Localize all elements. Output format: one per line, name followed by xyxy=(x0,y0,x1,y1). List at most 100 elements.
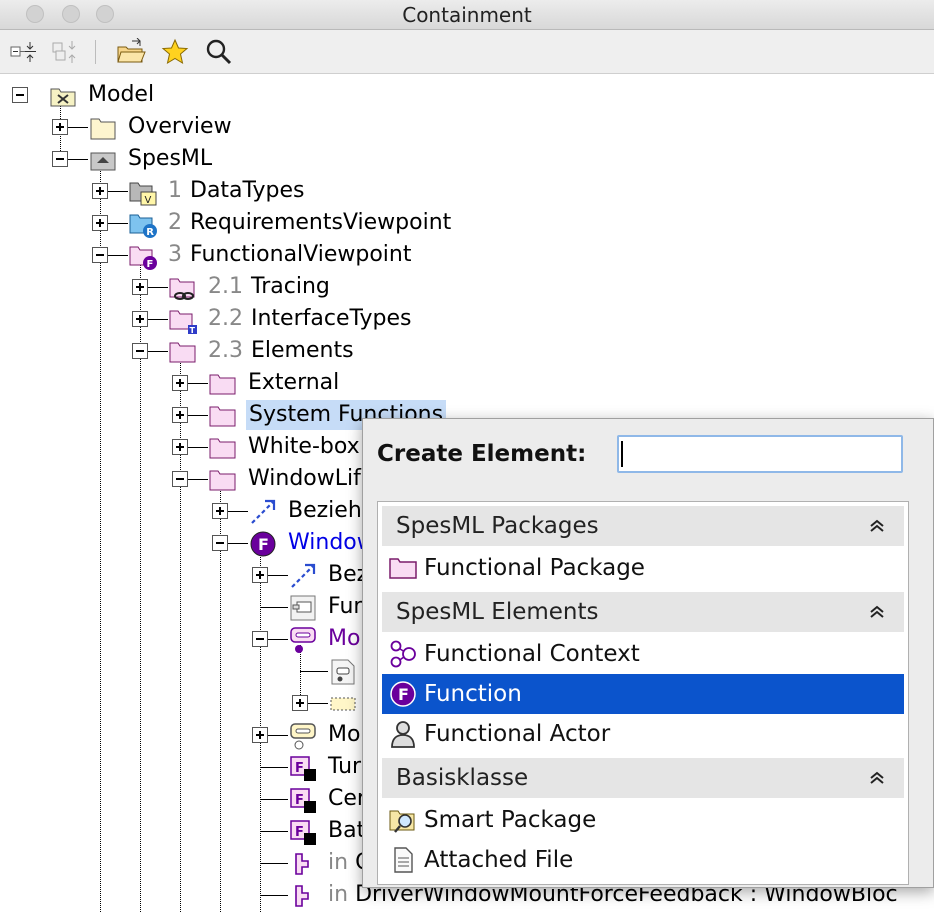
create-element-search-input[interactable] xyxy=(617,435,903,473)
tree-row-external[interactable]: External xyxy=(0,367,934,399)
tree-connector xyxy=(148,351,168,352)
tree-label: Bat xyxy=(328,818,366,843)
tree-connector xyxy=(268,575,288,576)
list-item-functional-context[interactable]: Functional Context xyxy=(382,634,904,674)
model-package-icon xyxy=(50,88,76,107)
tree-label: 2.3 Elements xyxy=(208,336,354,366)
smart-package-icon xyxy=(389,810,415,833)
tree-connector xyxy=(188,447,208,448)
tree-connector xyxy=(68,127,88,128)
expand-toggle[interactable] xyxy=(172,375,188,391)
window-title: Containment xyxy=(402,3,532,27)
svg-text:F: F xyxy=(258,535,269,554)
svg-text:R: R xyxy=(146,227,154,238)
list-item-label: Attached File xyxy=(424,847,574,873)
tree-connector xyxy=(268,735,288,736)
tree-row-spesml[interactable]: SpesML xyxy=(0,143,934,175)
element-type-list: SpesML Packages Functional Package SpesM… xyxy=(377,501,909,885)
tree-connector xyxy=(188,415,208,416)
tree-label: 2.1 Tracing xyxy=(208,272,330,302)
tree-connector xyxy=(148,319,168,320)
activity-icon xyxy=(290,723,316,750)
favorites-star-icon xyxy=(161,38,189,65)
expand-toggle[interactable] xyxy=(252,567,268,583)
tree-row-datatypes[interactable]: V 1 DataTypes xyxy=(0,175,934,207)
list-item-function[interactable]: F Function xyxy=(382,674,904,714)
collapse-group-icon[interactable] xyxy=(866,767,888,789)
expand-toggle[interactable] xyxy=(132,311,148,327)
collapse-all-icon xyxy=(10,42,36,62)
tree-label: Mo xyxy=(328,722,361,747)
tree-row-functional[interactable]: F 3 FunctionalViewpoint xyxy=(0,239,934,271)
tree-text: InterfaceTypes xyxy=(251,306,412,331)
expand-toggle[interactable] xyxy=(92,215,108,231)
tree-text: RequirementsViewpoint xyxy=(190,210,452,235)
tree-label: Mo xyxy=(328,626,361,651)
pink-folder-icon xyxy=(209,470,236,491)
collapse-toggle[interactable] xyxy=(52,151,68,167)
search-icon xyxy=(206,39,232,65)
tree-row-overview[interactable]: Overview xyxy=(0,111,934,143)
expand-toggle[interactable] xyxy=(172,439,188,455)
port-icon xyxy=(295,853,309,875)
search-button[interactable] xyxy=(204,38,234,66)
expand-toggle[interactable] xyxy=(172,407,188,423)
expand-toggle[interactable] xyxy=(292,695,308,711)
requirements-folder-icon: R xyxy=(129,214,157,238)
favorites-button[interactable] xyxy=(160,38,190,66)
list-item-attached-file[interactable]: Attached File xyxy=(382,840,904,880)
tree-row-elements[interactable]: 2.3 Elements xyxy=(0,335,934,367)
tree-number: 2.3 xyxy=(208,338,243,363)
list-item-label: Functional Context xyxy=(424,641,640,667)
collapse-toggle[interactable] xyxy=(212,535,228,551)
tree-connector xyxy=(108,191,128,192)
expand-toggle[interactable] xyxy=(132,279,148,295)
actor-person-icon xyxy=(391,721,415,748)
tree-row-requirements[interactable]: R 2 RequirementsViewpoint xyxy=(0,207,934,239)
expand-all-button[interactable] xyxy=(50,38,80,66)
expand-toggle[interactable] xyxy=(92,183,108,199)
list-item-smart-package[interactable]: Smart Package xyxy=(382,800,904,840)
expand-toggle[interactable] xyxy=(212,503,228,519)
port-icon xyxy=(295,885,309,907)
group-header-spesml-elements[interactable]: SpesML Elements xyxy=(382,592,904,632)
collapse-toggle[interactable] xyxy=(92,247,108,263)
collapse-group-icon[interactable] xyxy=(866,601,888,623)
collapse-all-button[interactable] xyxy=(8,38,38,66)
expand-toggle[interactable] xyxy=(252,727,268,743)
tree-row-tracing[interactable]: 2.1 Tracing xyxy=(0,271,934,303)
tree-connector xyxy=(260,767,288,768)
tree-connector xyxy=(260,831,288,832)
open-folder-button[interactable] xyxy=(116,38,146,66)
group-header-spesml-packages[interactable]: SpesML Packages xyxy=(382,506,904,546)
tree-connector xyxy=(108,223,128,224)
tree-row-model[interactable]: Model xyxy=(0,79,934,111)
group-header-basisklasse[interactable]: Basisklasse xyxy=(382,758,904,798)
collapse-toggle[interactable] xyxy=(132,343,148,359)
functional-folder-icon: F xyxy=(129,246,157,270)
list-item-functional-actor[interactable]: Functional Actor xyxy=(382,714,904,754)
tree-label: Overview xyxy=(128,114,232,139)
tree-number: 2 xyxy=(168,210,182,235)
collapse-toggle[interactable] xyxy=(172,471,188,487)
tree-number: 1 xyxy=(168,178,182,203)
expand-toggle[interactable] xyxy=(52,119,68,135)
pink-folder-icon xyxy=(209,406,236,427)
collapse-toggle[interactable] xyxy=(252,631,268,647)
functional-context-icon xyxy=(390,640,416,668)
tree-row-child-partition[interactable] xyxy=(0,687,360,719)
tree-row-interfacetypes[interactable]: T 2.2 InterfaceTypes xyxy=(0,303,934,335)
tree-row-child-diagram[interactable] xyxy=(0,655,360,687)
toolbar xyxy=(0,30,934,74)
collapse-group-icon[interactable] xyxy=(866,515,888,537)
tree-number: 2.1 xyxy=(208,274,243,299)
create-element-popup: Create Element: SpesML Packages Function… xyxy=(362,418,934,888)
tree-label: External xyxy=(248,370,340,395)
interfacetypes-folder-icon: T xyxy=(169,310,197,335)
expand-all-icon xyxy=(52,41,76,63)
list-item-functional-package[interactable]: Functional Package xyxy=(382,548,904,588)
text-caret xyxy=(621,441,623,467)
collapse-toggle[interactable] xyxy=(12,87,28,103)
list-item-label: Functional Package xyxy=(424,555,645,581)
title-bar: Containment xyxy=(0,0,934,30)
